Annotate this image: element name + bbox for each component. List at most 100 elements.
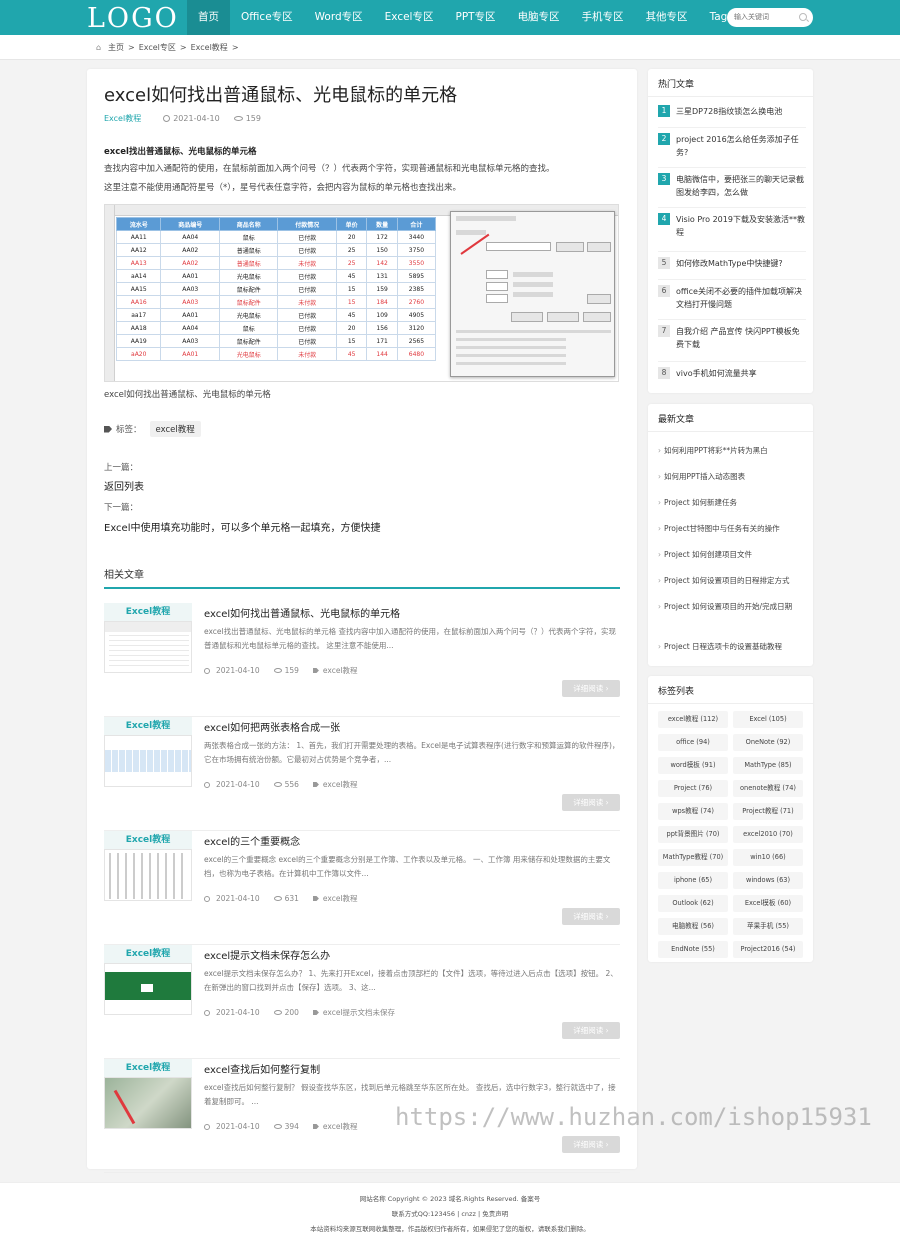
- nav-item-other[interactable]: 其他专区: [635, 0, 699, 35]
- tag-link[interactable]: ppt背景图片 (70): [658, 826, 728, 843]
- related-title-link[interactable]: excel查找后如何整行复制: [204, 1061, 320, 1076]
- related-tag[interactable]: excel教程: [323, 665, 358, 676]
- related-thumbnail[interactable]: [104, 621, 192, 673]
- latest-article-item[interactable]: Project甘特图中与任务有关的操作: [658, 522, 806, 535]
- tag-link[interactable]: 苹果手机 (55): [733, 918, 803, 935]
- latest-article-item[interactable]: Project 如何设置项目的日程排定方式: [658, 574, 806, 587]
- read-more-button[interactable]: 详细阅读 ›: [562, 1136, 620, 1153]
- tag-link[interactable]: Excel (105): [733, 711, 803, 728]
- tag-link[interactable]: Outlook (62): [658, 895, 728, 912]
- hot-article-item[interactable]: 4 Visio Pro 2019下载及安装激活**教程: [658, 213, 806, 239]
- hot-article-item[interactable]: 6 office关闭不必要的插件加载项解决文档打开慢问题: [658, 285, 806, 311]
- nav-item-excel[interactable]: Excel专区: [374, 0, 445, 35]
- hot-article-title[interactable]: vivo手机如何流量共享: [658, 367, 806, 380]
- breadcrumb-section[interactable]: Excel专区: [139, 42, 176, 53]
- tag-link[interactable]: Excel模板 (60): [733, 895, 803, 912]
- read-more-button[interactable]: 详细阅读 ›: [562, 680, 620, 697]
- hot-article-item[interactable]: 2 project 2016怎么给任务添加子任务?: [658, 133, 806, 159]
- footer-links[interactable]: 联系方式QQ:123456 | cnzz | 免责声明: [0, 1208, 900, 1218]
- tag-link[interactable]: windows (63): [733, 872, 803, 889]
- tag-link[interactable]: word模板 (91): [658, 757, 728, 774]
- tag-link[interactable]: MathType (85): [733, 757, 803, 774]
- related-title-link[interactable]: excel如何找出普通鼠标、光电鼠标的单元格: [204, 605, 400, 620]
- hot-article-title[interactable]: project 2016怎么给任务添加子任务?: [658, 133, 806, 159]
- hot-article-item[interactable]: 3 电脑微信中，要把张三的聊天记录截图发给李四，怎么做: [658, 173, 806, 199]
- hot-article-title[interactable]: 三星DP728指纹锁怎么换电池: [658, 105, 806, 118]
- next-article-link[interactable]: Excel中使用填充功能时，可以多个单元格一起填充，方便快捷: [104, 519, 381, 534]
- related-tag[interactable]: excel教程: [323, 1121, 358, 1132]
- hot-article-title[interactable]: Visio Pro 2019下载及安装激活**教程: [658, 213, 806, 239]
- nav-item-phone[interactable]: 手机专区: [571, 0, 635, 35]
- read-more-button[interactable]: 详细阅读 ›: [562, 908, 620, 925]
- related-tag[interactable]: excel教程: [323, 779, 358, 790]
- related-thumbnail[interactable]: [104, 1077, 192, 1129]
- related-thumbnail[interactable]: [104, 849, 192, 901]
- tag-link[interactable]: 电脑教程 (56): [658, 918, 728, 935]
- latest-article-item[interactable]: 如何利用PPT将彩**片转为黑白: [658, 444, 806, 457]
- hot-article-item[interactable]: 1 三星DP728指纹锁怎么换电池: [658, 105, 806, 118]
- tag-link[interactable]: win10 (66): [733, 849, 803, 866]
- breadcrumb-home[interactable]: 主页: [108, 42, 124, 53]
- read-more-button[interactable]: 详细阅读 ›: [562, 794, 620, 811]
- tag-chip[interactable]: excel教程: [149, 421, 201, 437]
- prev-article-link[interactable]: 返回列表: [104, 478, 144, 493]
- related-category-badge[interactable]: Excel教程: [104, 945, 192, 963]
- tag-link[interactable]: onenote教程 (74): [733, 780, 803, 797]
- hot-article-title[interactable]: 电脑微信中，要把张三的聊天记录截图发给李四，怎么做: [658, 173, 806, 199]
- related-title-link[interactable]: excel提示文档未保存怎么办: [204, 947, 330, 962]
- tag-link[interactable]: excel教程 (112): [658, 711, 728, 728]
- related-thumbnail[interactable]: [104, 963, 192, 1015]
- tag-link[interactable]: MathType教程 (70): [658, 849, 728, 866]
- hot-article-item[interactable]: 5 如何修改MathType中快捷键?: [658, 257, 806, 270]
- latest-article-item[interactable]: Project 如何创建项目文件: [658, 548, 806, 561]
- sheet-row: AA16 AA03 鼠标配件 未付款 15 184 2760: [115, 295, 437, 309]
- sheet-table: 流水号 商品编号 商品名称 付款情况 单价 数量 合计 AA11 AA04 鼠标 已付款 20 172…: [115, 217, 437, 361]
- tag-link[interactable]: excel2010 (70): [733, 826, 803, 843]
- breadcrumb-category[interactable]: Excel教程: [191, 42, 228, 53]
- sheet-cell: 未付款: [277, 295, 337, 309]
- nav-item-computer[interactable]: 电脑专区: [507, 0, 571, 35]
- tag-link[interactable]: iphone (65): [658, 872, 728, 889]
- tag-link[interactable]: OneNote (92): [733, 734, 803, 751]
- latest-article-item[interactable]: 如何用PPT插入动态图表: [658, 470, 806, 483]
- tag-link[interactable]: Project2016 (54): [733, 941, 803, 958]
- tag-link[interactable]: Project教程 (71): [733, 803, 803, 820]
- related-category-badge[interactable]: Excel教程: [104, 717, 192, 735]
- related-category-badge[interactable]: Excel教程: [104, 603, 192, 621]
- article-date: 2021-04-10: [173, 114, 220, 123]
- read-more-button[interactable]: 详细阅读 ›: [562, 1022, 620, 1039]
- hot-article-item[interactable]: 8 vivo手机如何流量共享: [658, 367, 806, 380]
- hot-article-title[interactable]: 如何修改MathType中快捷键?: [658, 257, 806, 270]
- sheet-cell: 4905: [396, 308, 437, 322]
- related-tag[interactable]: excel教程: [323, 893, 358, 904]
- site-logo[interactable]: LOGO: [87, 3, 179, 34]
- latest-article-item[interactable]: Project 日程选项卡的设置基础教程: [658, 640, 806, 653]
- rank-badge: 3: [658, 173, 670, 185]
- related-title-link[interactable]: excel的三个重要概念: [204, 833, 300, 848]
- tag-link[interactable]: wps教程 (74): [658, 803, 728, 820]
- related-thumbnail[interactable]: [104, 735, 192, 787]
- hot-article-title[interactable]: 自我介绍 产品宣传 快闪PPT模板免费下载: [658, 325, 806, 351]
- latest-article-item[interactable]: Project 如何设置项目的开始/完成日期: [658, 600, 806, 613]
- tag-link[interactable]: Project (76): [658, 780, 728, 797]
- tag-link[interactable]: office (94): [658, 734, 728, 751]
- related-tag[interactable]: excel提示文档未保存: [323, 1007, 395, 1018]
- related-category-badge[interactable]: Excel教程: [104, 831, 192, 849]
- search-input[interactable]: [734, 10, 798, 25]
- related-category-badge[interactable]: Excel教程: [104, 1059, 192, 1077]
- search-icon[interactable]: [799, 13, 807, 21]
- hot-article-title[interactable]: office关闭不必要的插件加载项解决文档打开慢问题: [658, 285, 806, 311]
- nav-item-ppt[interactable]: PPT专区: [444, 0, 506, 35]
- latest-article-item[interactable]: Project 如何新建任务: [658, 496, 806, 509]
- article-category-link[interactable]: Excel教程: [104, 113, 141, 124]
- tag-link[interactable]: EndNote (55): [658, 941, 728, 958]
- nav-item-home[interactable]: 首页: [187, 0, 230, 35]
- nav-item-word[interactable]: Word专区: [304, 0, 374, 35]
- related-title-link[interactable]: excel如何把两张表格合成一张: [204, 719, 340, 734]
- nav-item-office[interactable]: Office专区: [230, 0, 304, 35]
- sheet-cell: 3550: [396, 256, 437, 270]
- related-date: 2021-04-10: [216, 666, 260, 675]
- sheet-row-header: [105, 205, 115, 381]
- sheet-cell: AA13: [115, 256, 162, 270]
- hot-article-item[interactable]: 7 自我介绍 产品宣传 快闪PPT模板免费下载: [658, 325, 806, 351]
